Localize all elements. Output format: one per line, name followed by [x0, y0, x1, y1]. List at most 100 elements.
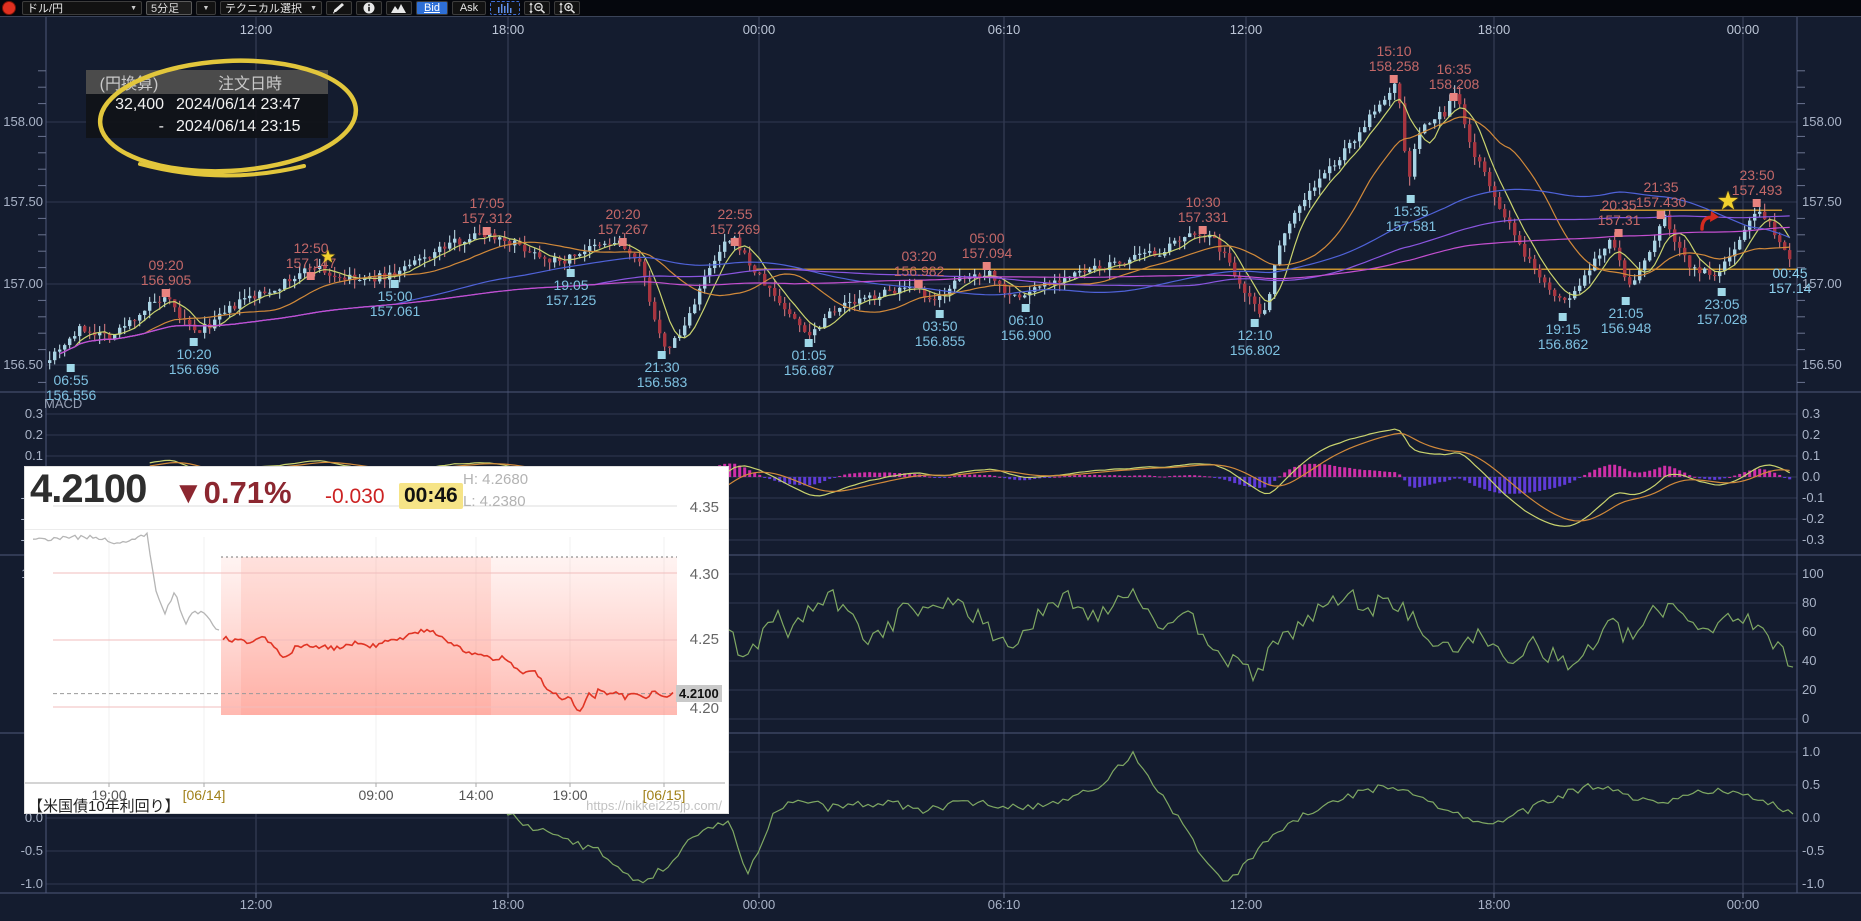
price-label-0920: 09:20156.905: [141, 258, 192, 298]
chevron-down-icon: ▼: [203, 5, 210, 12]
label-price: 157.312: [462, 211, 513, 226]
marker-square: [805, 339, 813, 347]
inset-change: -0.030: [325, 485, 385, 509]
label-time: 15:35: [1386, 204, 1437, 219]
price-label-1210: 12:10156.802: [1230, 318, 1281, 358]
label-price: 156.687: [784, 363, 835, 378]
label-time: 23:50: [1732, 168, 1783, 183]
inset-x-tick: 19:00: [552, 787, 587, 803]
label-time: 23:05: [1697, 297, 1748, 312]
axis-label: 157.50: [1, 194, 43, 209]
marker-square: [915, 280, 923, 288]
price-label-1020: 10:20156.696: [169, 337, 220, 377]
price-label-2255: 22:55157.269: [710, 207, 761, 247]
us10y-yield-inset-chart: 4.2100 ▼0.71% -0.030 00:46 H: 4.2680 L: …: [24, 466, 729, 814]
marker-square: [1753, 199, 1761, 207]
histogram-icon: [497, 3, 513, 13]
axis-label: 00:00: [743, 897, 776, 912]
label-time: 06:55: [46, 373, 97, 388]
currency-pair-label: ドル/円: [27, 0, 63, 16]
label-time: 21:35: [1636, 180, 1687, 195]
inset-x-tick: [06/14]: [183, 787, 226, 803]
label-price: 156.556: [46, 388, 97, 403]
label-price: 156.802: [1230, 343, 1281, 358]
label-price: 156.900: [1001, 328, 1052, 343]
tick-histogram-button[interactable]: [490, 1, 520, 15]
zoom-out-icon: [529, 2, 546, 14]
axis-label: 1.0: [1802, 744, 1820, 759]
marker-square: [1450, 93, 1458, 101]
currency-pair-select[interactable]: ドル/円 ▼: [22, 1, 142, 15]
axis-label: 158.00: [1802, 114, 1842, 129]
label-time: 03:50: [915, 319, 966, 334]
highlight-circle: [92, 50, 392, 190]
ask-button[interactable]: Ask: [452, 1, 486, 15]
axis-label: 158.00: [1, 114, 43, 129]
bid-button[interactable]: Bid: [416, 1, 448, 15]
price-label-1905: 19:05157.125: [546, 268, 597, 308]
inset-last-value: 4.2100: [30, 467, 146, 512]
label-time: 00:45: [1769, 266, 1812, 281]
axis-label: 0.5: [1802, 777, 1820, 792]
zoom-in-button[interactable]: [554, 1, 580, 15]
draw-tool-button[interactable]: [326, 1, 352, 15]
star-icon: ★: [320, 247, 336, 268]
axis-label: -1.0: [1, 876, 43, 891]
axis-label: 0.1: [1, 448, 43, 463]
marker-square: [67, 364, 75, 372]
red-arrow-icon: [1698, 209, 1720, 231]
label-time: 01:05: [784, 348, 835, 363]
axis-label: 60: [1802, 624, 1816, 639]
technical-select-label: テクニカル選択: [225, 0, 302, 16]
axis-label: 06:10: [988, 22, 1021, 37]
axis-label: 00:00: [1727, 897, 1760, 912]
price-label-0655: 06:55156.556: [46, 363, 97, 403]
axis-label: -0.3: [1802, 532, 1824, 547]
marker-square: [567, 269, 575, 277]
marker-square: [658, 351, 666, 359]
marker-square: [391, 280, 399, 288]
timeframe-select[interactable]: 5分足: [146, 1, 192, 15]
marker-square: [619, 238, 627, 246]
label-price: 156.982: [894, 264, 945, 279]
axis-label: 157.00: [1, 276, 43, 291]
axis-label: 0: [1802, 711, 1809, 726]
axis-label: 156.50: [1, 357, 43, 372]
label-price: 156.905: [141, 273, 192, 288]
technical-select-button[interactable]: テクニカル選択 ▼: [220, 1, 322, 15]
label-price: 156.855: [915, 334, 966, 349]
price-label-2035: 20:35157.31: [1598, 198, 1641, 238]
label-price: 157.267: [598, 222, 649, 237]
inset-high: H: 4.2680: [463, 471, 528, 488]
axis-label: 157.50: [1802, 194, 1842, 209]
label-price: 157.31: [1598, 213, 1641, 228]
axis-label: 12:00: [1230, 22, 1263, 37]
inset-x-tick: 19:00: [91, 787, 126, 803]
label-price: 156.862: [1538, 337, 1589, 352]
price-label-2135: 21:35157.430: [1636, 180, 1687, 220]
zoom-out-button[interactable]: [524, 1, 550, 15]
axis-label: 12:00: [240, 897, 273, 912]
label-time: 10:30: [1178, 195, 1229, 210]
price-label-0610: 06:10156.900: [1001, 303, 1052, 343]
marker-square: [1615, 229, 1623, 237]
inset-x-tick: [06/15]: [643, 787, 686, 803]
label-time: 15:10: [1369, 44, 1420, 59]
inset-time-badge: 00:46: [399, 483, 463, 509]
marker-square: [1622, 297, 1630, 305]
axis-label: 0.3: [1, 406, 43, 421]
axis-label: 12:00: [240, 22, 273, 37]
label-price: 157.028: [1697, 312, 1748, 327]
info-button[interactable]: [356, 1, 382, 15]
label-price: 156.696: [169, 362, 220, 377]
axis-label: 40: [1802, 653, 1816, 668]
marker-square: [1251, 319, 1259, 327]
axis-label: 0.2: [1802, 427, 1820, 442]
price-label-1635: 16:35158.208: [1429, 62, 1480, 102]
label-price: 157.14: [1769, 281, 1812, 296]
label-price: 158.208: [1429, 77, 1480, 92]
chart-style-button[interactable]: [386, 1, 412, 15]
pencil-icon: [332, 2, 346, 14]
price-label-1510: 15:10158.258: [1369, 44, 1420, 84]
timeframe-dropdown-button[interactable]: ▼: [196, 1, 216, 15]
